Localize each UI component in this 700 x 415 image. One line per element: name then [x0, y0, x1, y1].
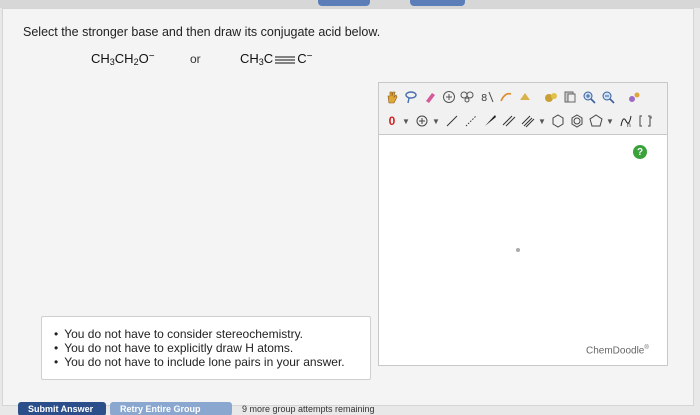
chevron-down-icon[interactable]: ▼: [432, 112, 440, 130]
or-separator: or: [190, 52, 201, 66]
svg-text:+: +: [649, 115, 652, 121]
hint-item: You do not have to explicitly draw H ato…: [54, 341, 370, 355]
double-bond-icon[interactable]: [500, 112, 518, 130]
triple-bond-tool-icon[interactable]: [519, 112, 537, 130]
zoom-out-icon[interactable]: [599, 88, 617, 106]
chevron-down-icon[interactable]: ▼: [538, 112, 546, 130]
submit-answer-button[interactable]: Submit Answer: [18, 402, 106, 415]
retry-group-button[interactable]: Retry Entire Group: [110, 402, 232, 415]
toolbar-row-top: 8: [383, 86, 644, 108]
clean-icon[interactable]: [542, 88, 560, 106]
wedge-bond-icon[interactable]: [481, 112, 499, 130]
question-prompt: Select the stronger base and then draw i…: [23, 25, 381, 39]
top-tab-references[interactable]: [410, 0, 465, 6]
molecule-template-icon[interactable]: [459, 88, 477, 106]
eraser-icon[interactable]: [421, 88, 439, 106]
question-panel: Select the stronger base and then draw i…: [2, 8, 694, 406]
pentagon-ring-icon[interactable]: [587, 112, 605, 130]
charge-plus-icon[interactable]: [413, 112, 431, 130]
benzene-ring-icon[interactable]: [568, 112, 586, 130]
copy-icon[interactable]: [561, 88, 579, 106]
svg-text:n: n: [627, 122, 631, 128]
charge-selector[interactable]: 0: [383, 112, 401, 130]
toolbar-separator: [535, 88, 541, 106]
attempts-remaining: 9 more group attempts remaining: [242, 404, 375, 414]
svg-text:8: 8: [481, 93, 487, 104]
top-strip: [0, 0, 700, 8]
hint-list: You do not have to consider stereochemis…: [42, 317, 370, 369]
arrow-icon[interactable]: [497, 88, 515, 106]
zoom-in-icon[interactable]: [580, 88, 598, 106]
hexagon-ring-icon[interactable]: [549, 112, 567, 130]
hint-item: You do not have to include lone pairs in…: [54, 355, 370, 369]
hint-box: You do not have to consider stereochemis…: [41, 316, 371, 380]
single-bond-icon[interactable]: [443, 112, 461, 130]
chain-icon[interactable]: n: [617, 112, 635, 130]
toolbar-separator: [618, 88, 624, 106]
canvas-center-dot: [516, 248, 520, 252]
hand-icon[interactable]: [383, 88, 401, 106]
drawing-canvas[interactable]: [379, 136, 667, 365]
chemdoodle-logo: ChemDoodle®: [586, 345, 649, 357]
chevron-down-icon[interactable]: ▼: [606, 112, 614, 130]
chemdoodle-editor: 8 0 ▼ ▼ ▼ ▼ n + ? ChemDoodle®: [378, 82, 668, 366]
atom-label-icon[interactable]: [440, 88, 458, 106]
template-ring-icon[interactable]: [516, 88, 534, 106]
chevron-down-icon[interactable]: ▼: [402, 112, 410, 130]
lasso-icon[interactable]: [402, 88, 420, 106]
dashed-bond-icon[interactable]: [462, 112, 480, 130]
triple-bond-icon: [275, 56, 296, 64]
top-tab-previous[interactable]: [318, 0, 370, 6]
molecule-propynide[interactable]: CH3C C−: [240, 51, 312, 67]
help-icon[interactable]: ?: [633, 145, 647, 159]
molecule-ethoxide[interactable]: CH3CH2O−: [91, 51, 155, 67]
hint-item: You do not have to consider stereochemis…: [54, 327, 370, 341]
bracket-icon[interactable]: +: [636, 112, 654, 130]
settings-icon[interactable]: [625, 88, 643, 106]
editor-toolbar: 8 0 ▼ ▼ ▼ ▼ n +: [379, 83, 667, 135]
toolbar-row-bottom: 0 ▼ ▼ ▼ ▼ n +: [383, 110, 655, 132]
text-numbering-icon[interactable]: 8: [478, 88, 496, 106]
